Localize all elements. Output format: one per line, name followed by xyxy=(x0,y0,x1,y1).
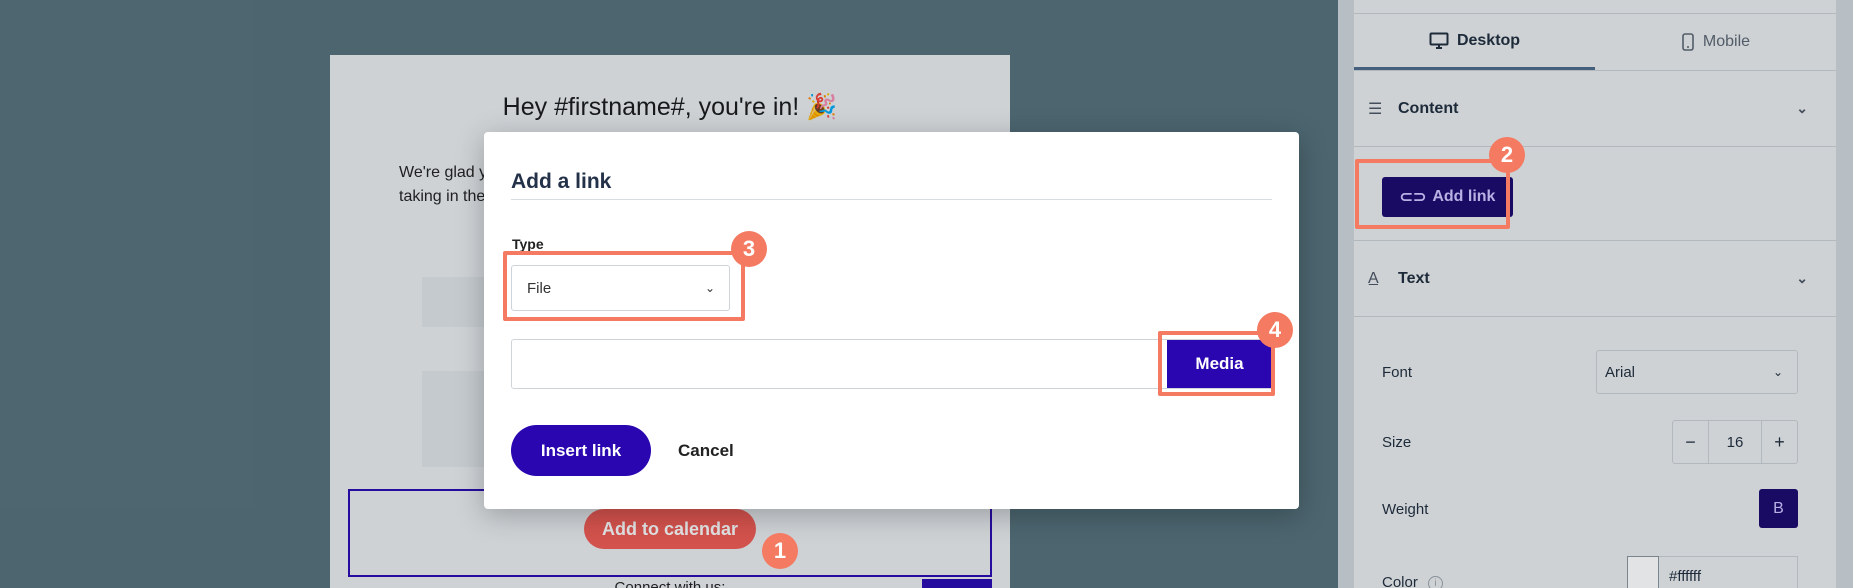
dialog-title: Add a link xyxy=(511,170,612,193)
highlight-media-button xyxy=(1158,331,1275,396)
step-badge-2: 2 xyxy=(1489,137,1525,173)
highlight-add-link xyxy=(1355,159,1510,229)
dialog-divider xyxy=(511,199,1272,200)
step-badge-3: 3 xyxy=(731,231,767,267)
type-label: Type xyxy=(512,236,544,252)
step-badge-4: 4 xyxy=(1257,312,1293,348)
cancel-button[interactable]: Cancel xyxy=(678,425,734,476)
insert-link-button[interactable]: Insert link xyxy=(511,425,651,476)
step-badge-1: 1 xyxy=(762,533,798,569)
highlight-type-select xyxy=(503,251,745,321)
